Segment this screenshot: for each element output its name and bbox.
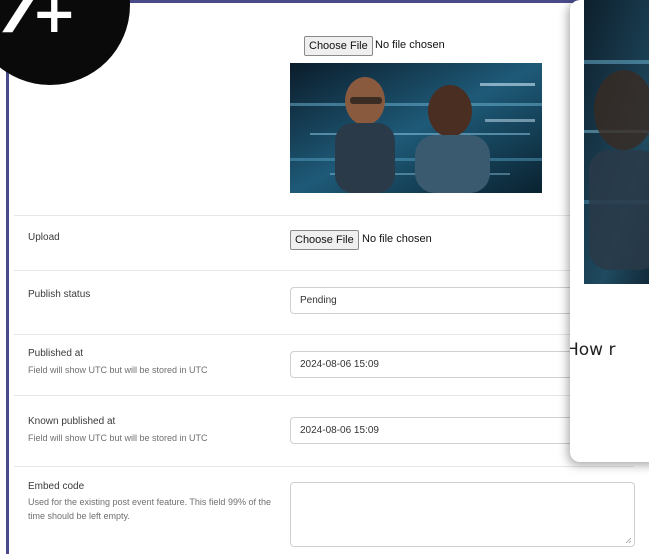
publish-status-label: Publish status [28, 289, 91, 300]
brand-logo: 7+ [0, 0, 77, 45]
media-modal: How r [570, 0, 649, 462]
image-preview [290, 63, 542, 193]
resize-handle-icon[interactable] [625, 537, 632, 544]
modal-image [584, 0, 649, 284]
form-row-publish-status: Publish status Pending [14, 271, 634, 335]
embed-code-textarea[interactable] [290, 482, 635, 547]
publish-status-select[interactable]: Pending [290, 287, 580, 314]
published-at-label: Published at [28, 348, 84, 359]
modal-caption: How r [570, 340, 616, 360]
known-published-at-label: Known published at [28, 416, 116, 427]
embed-code-help: Used for the existing post event feature… [28, 497, 271, 521]
form-row-upload: Upload Choose File No file chosen [14, 216, 634, 271]
file-status: No file chosen [362, 233, 432, 245]
published-at-input[interactable]: 2024-08-06 15:09 [290, 351, 580, 378]
page-frame-left [6, 0, 9, 554]
form-row-known-published-at: Known published at Field will show UTC b… [14, 396, 634, 467]
published-at-help: Field will show UTC but will be stored i… [28, 365, 208, 375]
upload-label: Upload [28, 232, 60, 243]
choose-file-button[interactable]: Choose File [304, 36, 373, 56]
file-status: No file chosen [375, 39, 445, 51]
choose-file-button[interactable]: Choose File [290, 230, 359, 250]
known-published-at-help: Field will show UTC but will be stored i… [28, 433, 208, 443]
form-row-published-at: Published at Field will show UTC but wil… [14, 335, 634, 396]
known-published-at-input[interactable]: 2024-08-06 15:09 [290, 417, 580, 444]
embed-code-label: Embed code [28, 481, 85, 492]
